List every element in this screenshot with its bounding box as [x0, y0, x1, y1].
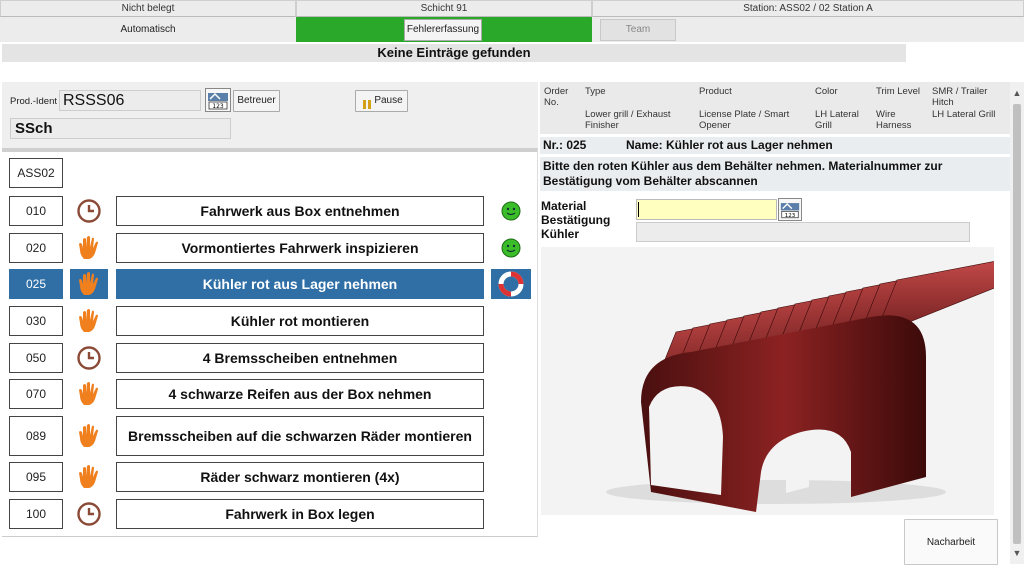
step-number[interactable]: 095	[9, 462, 63, 492]
step-number[interactable]: 089	[9, 416, 63, 456]
scroll-down-icon[interactable]: ▼	[1012, 548, 1022, 558]
clock-icon	[70, 196, 108, 226]
step-number[interactable]: 030	[9, 306, 63, 336]
step-description[interactable]: Fahrwerk aus Box entnehmen	[116, 196, 484, 226]
scan-material-icon[interactable]: 123	[778, 198, 802, 221]
step-description[interactable]: Fahrwerk in Box legen	[116, 499, 484, 529]
user-field: SSch	[10, 118, 231, 139]
hand-icon	[70, 379, 108, 409]
smiley-icon	[491, 233, 531, 263]
material-input[interactable]	[636, 199, 777, 220]
scan-icon[interactable]: 123	[205, 88, 231, 112]
scrollbar[interactable]: ▲ ▼	[1010, 82, 1024, 564]
material-label: Material Bestätigung Kühler	[541, 199, 611, 241]
step-description[interactable]: 4 Bremsscheiben entnehmen	[116, 343, 484, 373]
step-description[interactable]: Kühler rot montieren	[116, 306, 484, 336]
scroll-up-icon[interactable]: ▲	[1012, 88, 1022, 98]
instruction-text: Bitte den roten Kühler aus dem Behälter …	[540, 157, 1010, 191]
hand-icon	[70, 269, 108, 299]
pause-icon	[363, 97, 371, 109]
col-product-value: License Plate / Smart Opener	[699, 109, 790, 131]
step-description[interactable]: 4 schwarze Reifen aus der Box nehmen	[116, 379, 484, 409]
tab-team[interactable]: Team	[600, 19, 676, 41]
hand-icon	[70, 462, 108, 492]
col-color-value: LH Lateral Grill	[815, 109, 859, 131]
step-number[interactable]: 100	[9, 499, 63, 529]
smiley-icon	[491, 196, 531, 226]
step-number[interactable]: 020	[9, 233, 63, 263]
status-cell-shift: Schicht 91	[296, 0, 592, 17]
step-number[interactable]: 070	[9, 379, 63, 409]
col-smr: SMR / Trailer Hitch	[932, 86, 988, 108]
status-cell-occupancy: Nicht belegt	[0, 0, 296, 17]
step-description[interactable]: Vormontiertes Fahrwerk inspizieren	[116, 233, 484, 263]
col-trim: Trim Level	[876, 86, 920, 97]
col-smr-value: LH Lateral Grill	[932, 109, 996, 120]
hand-icon	[70, 233, 108, 263]
step-detail-bar: Nr.: 025 Name: Kühler rot aus Lager nehm…	[540, 137, 1010, 154]
prod-ident-label: Prod.-Ident	[10, 96, 57, 107]
rework-button[interactable]: Nacharbeit	[904, 519, 998, 565]
step-number: Nr.: 025	[543, 138, 587, 152]
col-order-no: Order No.	[544, 86, 569, 108]
hand-icon	[70, 416, 108, 456]
message-banner: Keine Einträge gefunden	[2, 44, 906, 62]
scroll-thumb[interactable]	[1013, 104, 1021, 544]
status-cell-station: Station: ASS02 / 02 Station A	[592, 0, 1024, 17]
col-type-value: Lower grill / Exhaust Finisher	[585, 109, 671, 131]
col-type: Type	[585, 86, 606, 97]
step-description[interactable]: Räder schwarz montieren (4x)	[116, 462, 484, 492]
col-color: Color	[815, 86, 838, 97]
col-product: Product	[699, 86, 732, 97]
tab-error-capture[interactable]: Fehlererfassung	[404, 19, 482, 41]
step-name: Name: Kühler rot aus Lager nehmen	[626, 138, 833, 152]
step-description[interactable]: Bremsscheiben auf die schwarzen Räder mo…	[116, 416, 484, 456]
hand-icon	[70, 306, 108, 336]
pause-label: Pause	[374, 95, 403, 106]
clock-icon	[70, 499, 108, 529]
pause-button[interactable]: Pause	[355, 90, 408, 112]
text-cursor	[638, 202, 639, 217]
prod-ident-field[interactable]: RSSS06	[59, 90, 201, 111]
svg-text:123: 123	[212, 103, 224, 110]
clock-icon	[70, 343, 108, 373]
station-badge: ASS02	[9, 158, 63, 188]
step-description[interactable]: Kühler rot aus Lager nehmen	[116, 269, 484, 299]
col-trim-value: Wire Harness	[876, 109, 912, 131]
tab-automatic[interactable]: Automatisch	[0, 17, 296, 42]
material-status-field	[636, 222, 970, 242]
step-number[interactable]: 050	[9, 343, 63, 373]
step-number[interactable]: 010	[9, 196, 63, 226]
part-photo	[541, 247, 994, 515]
step-number[interactable]: 025	[9, 269, 63, 299]
betreuer-button[interactable]: Betreuer	[233, 90, 280, 112]
svg-text:123: 123	[785, 213, 796, 219]
lifebuoy-icon[interactable]	[491, 269, 531, 299]
